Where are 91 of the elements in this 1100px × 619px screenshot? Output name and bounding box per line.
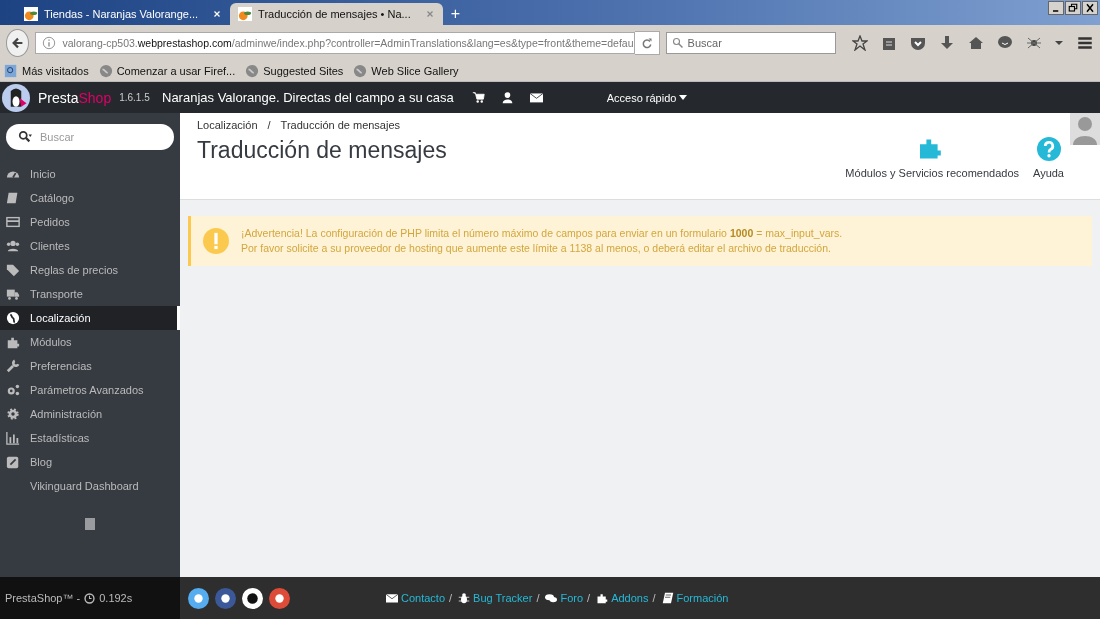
bookmark[interactable]: Web Slice Gallery [353,63,459,78]
footer-brand: PrestaShop™ - [5,592,81,604]
search-page-icon [4,63,18,78]
back-button[interactable] [6,28,30,57]
new-tab-button[interactable]: + [450,5,461,23]
gears-icon [6,383,20,397]
pencil-square-icon [6,455,20,469]
sidebar-item[interactable]: Inicio [0,162,180,186]
shop-name-link[interactable]: Naranjas Valorange. Directas del campo a su casa [162,90,454,105]
reload-button[interactable] [635,30,660,55]
quick-access-menu[interactable]: Acceso rápido [606,91,688,104]
page-title: Traducción de mensajes [197,137,448,164]
prestashop-logo-text: PrestaShop [38,89,112,106]
sidebar-item[interactable]: Vikinguard Dashboard [0,474,180,498]
link-separator: / [652,592,656,604]
tab-title: Traducción de mensajes • Na... [258,8,411,20]
breadcrumb-separator: / [267,119,271,131]
credit-card-icon [6,215,20,229]
chat-bubbles-icon [545,592,558,604]
bug-icon [458,592,471,604]
sidebar-item[interactable]: Parámetros Avanzados [0,378,180,402]
envelope-icon [386,592,398,604]
version-label: 1.6.1.5 [119,92,150,103]
search-icon [16,130,34,144]
modules-button[interactable]: Módulos y Servicios recomendados [845,137,1019,179]
footer-link[interactable]: Contacto [386,592,446,604]
sidebar-item[interactable]: Estadísticas [0,426,180,450]
browser-tab[interactable]: Tiendas - Naranjas Valorange... [16,3,231,25]
warning-text: ¡Advertencia! La configuración de PHP limita el número máximo de campos para enviar en un formulario 1000 = max_input_vars. [241,226,843,241]
wrench-icon [6,359,20,373]
footer-link[interactable]: Addons [596,592,649,604]
sidebar-item[interactable]: Preferencias [0,354,180,378]
sidebar-item[interactable]: Localización [0,306,180,330]
bookmark[interactable]: Comenzar a usar Firef... [98,63,236,78]
footer-link[interactable]: Foro [545,592,584,604]
help-icon [1036,137,1061,161]
cart-icon [471,91,485,104]
tag-icon [6,263,20,277]
download-icon [939,34,955,51]
breadcrumb-current: Traducción de mensajes [280,119,401,131]
warning-text: Por favor solicite a su proveedor de hosting que aumente este límite a 1138 al menos, o deberá editar el archivo de traducción. [241,241,832,256]
bookmark[interactable]: Más visitados [4,63,89,78]
caret-icon [679,95,688,100]
back-arrow-icon [10,35,25,50]
dropdown-caret-icon[interactable] [1055,40,1063,45]
tab-title: Tiendas - Naranjas Valorange... [44,8,199,20]
search-field[interactable]: Buscar [665,31,836,54]
envelope-icon [529,91,543,104]
address-bar[interactable]: valorang-cp503.webprestashop.com/adminwe/index.php?controller=AdminTranslations&lang=es&type=front&theme=defau [35,31,636,54]
sidebar-item[interactable]: Administración [0,402,180,426]
puzzle-icon [596,592,609,604]
reload-icon [641,36,653,49]
link-separator: / [536,592,540,604]
home-icon [968,34,984,51]
close-icon [424,9,435,19]
sidebar-item[interactable]: Catálogo [0,186,180,210]
sidebar-item[interactable]: Módulos [0,330,180,354]
minimize-icon [1048,1,1064,15]
help-button[interactable]: Ayuda [1033,137,1064,179]
book-icon [6,191,20,205]
info-icon [42,35,57,50]
fruit-favicon [238,7,253,21]
close-icon [212,9,223,19]
link-separator: / [587,592,591,604]
sidebar-item[interactable]: Clientes [0,234,180,258]
bookmark[interactable]: Suggested Sites [245,63,344,78]
truck-icon [6,287,20,301]
gear-icon [6,407,20,421]
search-icon [671,36,684,49]
link-separator: / [449,592,453,604]
puzzle-icon [6,335,20,349]
browser-tab[interactable]: Traducción de mensajes • Na... [230,3,443,25]
footer-link[interactable]: Bug Tracker [458,592,533,604]
breadcrumb-link[interactable]: Localización [197,119,258,131]
sidebar-item[interactable]: Transporte [0,282,180,306]
sidebar-item[interactable]: Pedidos [0,210,180,234]
star-icon [852,34,868,51]
fruit-favicon [24,7,38,21]
warning-icon [203,228,229,254]
close-icon [1082,1,1098,15]
bar-chart-icon [6,431,20,445]
load-time: 0.192s [99,592,133,604]
sidebar-item[interactable]: Reglas de precios [0,258,180,282]
clock-icon [84,592,96,604]
smiley-bubble-icon [997,34,1013,51]
book-icon [661,592,674,604]
users-icon [6,239,20,253]
footer-link[interactable]: Formación [661,592,729,604]
sidebar-item[interactable]: Blog [0,450,180,474]
user-icon [500,91,514,104]
restore-icon [1065,1,1081,15]
